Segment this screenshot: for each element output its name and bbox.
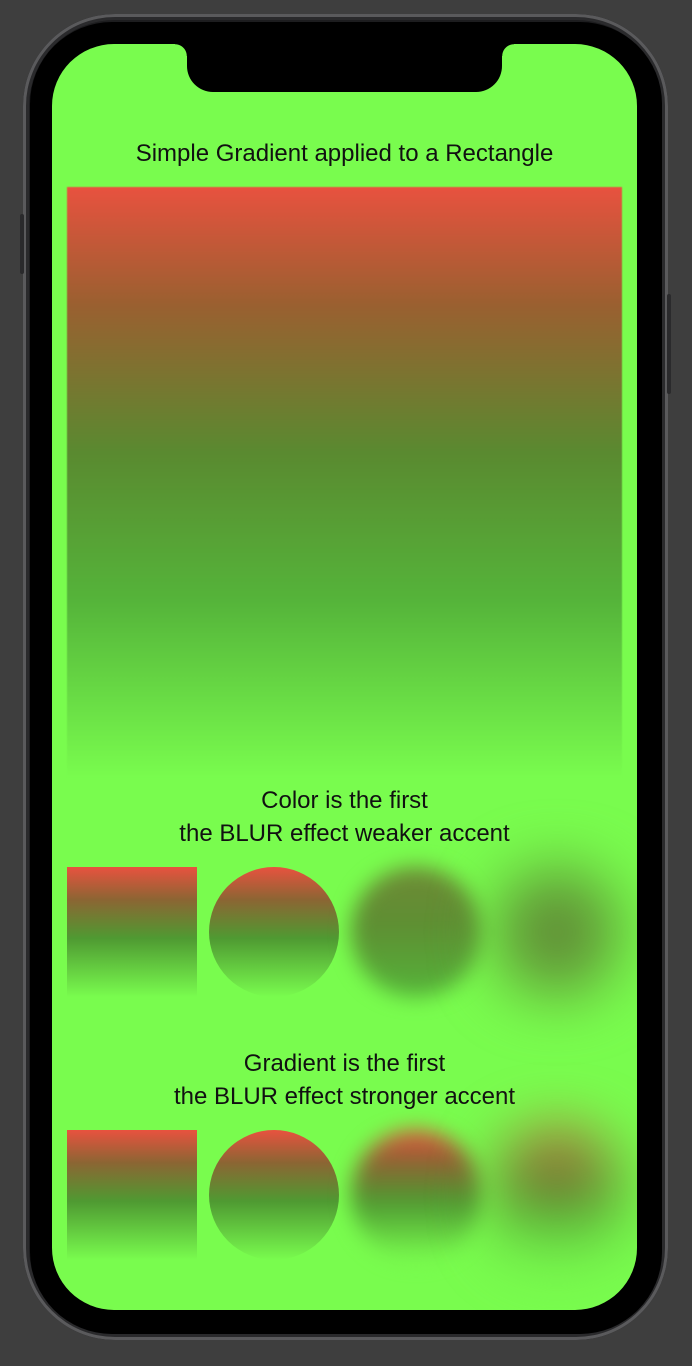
phone-screen: Simple Gradient applied to a Rectangle C… [52, 44, 637, 1310]
section-3-title-line1: Gradient is the first [243, 1050, 446, 1077]
side-button-left [20, 214, 24, 274]
section-2-gradient-square [67, 867, 197, 997]
section-2-title-line1: Color is the first [261, 787, 428, 814]
section-2-title-line2: the BLUR effect weaker accent [179, 820, 510, 847]
section-2-heavily-blurred-circle [492, 867, 622, 997]
section-3-gradient-square [67, 1130, 197, 1260]
gradient-rectangle [67, 187, 622, 777]
section-3-heavily-blurred-circle [492, 1130, 622, 1260]
section-1-title: Simple Gradient applied to a Rectangle [52, 137, 637, 170]
section-3-title: Gradient is the first the BLUR effect st… [52, 1047, 637, 1113]
section-3-shape-row [67, 1130, 622, 1260]
section-1-title-text: Simple Gradient applied to a Rectangle [135, 140, 554, 167]
section-3-gradient-circle [209, 1130, 339, 1260]
section-2-blurred-circle [351, 867, 481, 997]
section-2-shape-row [67, 867, 622, 997]
notch [175, 44, 514, 92]
section-3-blurred-circle [351, 1130, 481, 1260]
section-2-title: Color is the first the BLUR effect weake… [52, 784, 637, 850]
section-2-gradient-circle [209, 867, 339, 997]
gradient-rectangle-fill [67, 187, 622, 777]
side-button-right [667, 294, 671, 394]
section-3-title-line2: the BLUR effect stronger accent [173, 1083, 516, 1110]
